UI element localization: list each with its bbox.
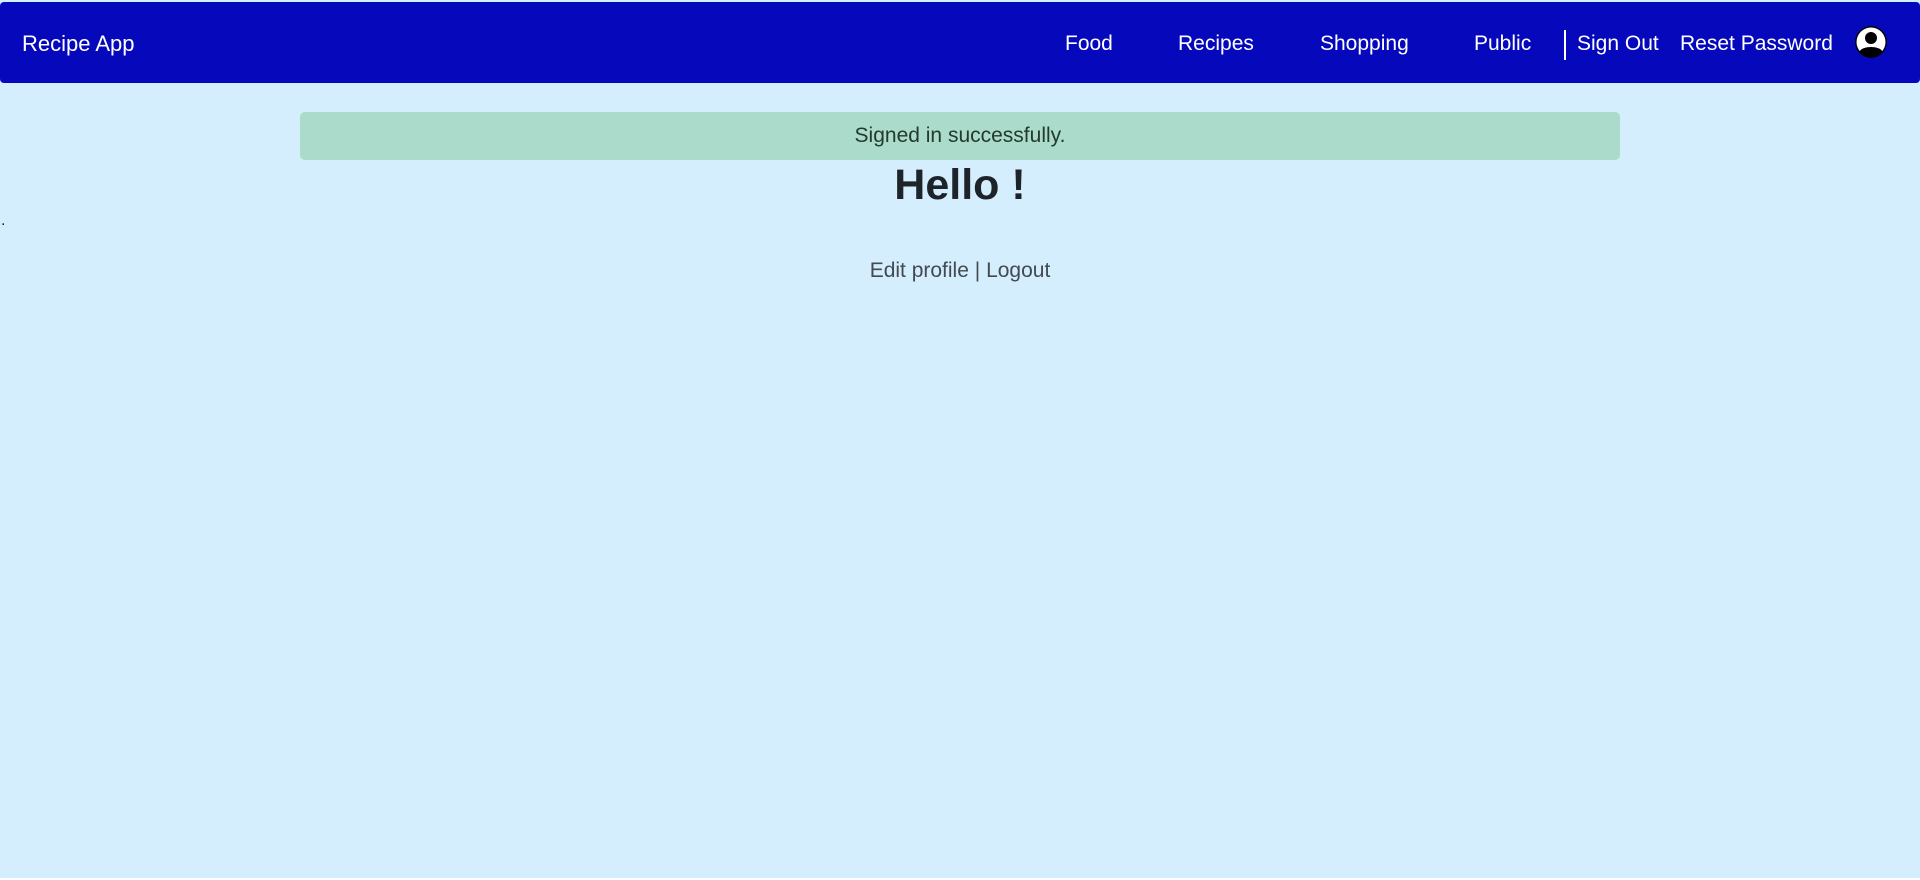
profile-links: Edit profile | Logout bbox=[0, 258, 1920, 284]
flash-notice: Signed in successfully. bbox=[300, 112, 1620, 160]
edit-profile-link[interactable]: Edit profile bbox=[870, 259, 969, 282]
link-separator: | bbox=[974, 259, 981, 282]
page-greeting: Hello ! bbox=[894, 161, 1026, 209]
sign-out-link[interactable]: Sign Out bbox=[1577, 30, 1659, 58]
top-navbar: Recipe App Food Recipes Shopping Public … bbox=[0, 2, 1920, 83]
reset-password-link[interactable]: Reset Password bbox=[1680, 30, 1833, 58]
nav-link-recipes[interactable]: Recipes bbox=[1178, 30, 1254, 58]
user-avatar-icon[interactable] bbox=[1855, 26, 1887, 58]
logout-link[interactable]: Logout bbox=[986, 259, 1050, 282]
nav-link-food[interactable]: Food bbox=[1065, 30, 1113, 58]
brand-link[interactable]: Recipe App bbox=[22, 30, 135, 58]
stray-text: . bbox=[1, 212, 6, 229]
nav-divider bbox=[1564, 30, 1566, 60]
nav-link-public[interactable]: Public bbox=[1474, 30, 1531, 58]
app-page: Recipe App Food Recipes Shopping Public … bbox=[0, 0, 1920, 880]
user-avatar-icon-graphic bbox=[1855, 26, 1887, 58]
nav-link-shopping[interactable]: Shopping bbox=[1320, 30, 1409, 58]
